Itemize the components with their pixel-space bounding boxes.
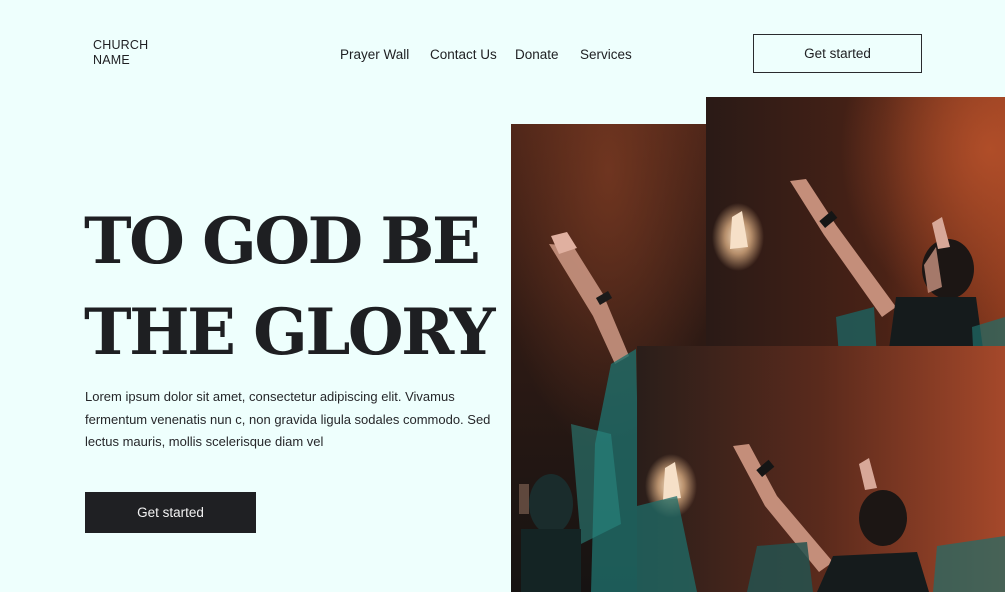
header-get-started-button[interactable]: Get started	[753, 34, 922, 73]
hero-description: Lorem ipsum dolor sit amet, consectetur …	[85, 389, 491, 449]
nav-contact-us[interactable]: Contact Us	[430, 46, 497, 64]
worship-photo-bottom-right	[637, 346, 1005, 592]
church-logo[interactable]: CHURCH NAME	[93, 38, 183, 68]
hero-title: TO GOD BE THE GLORY	[84, 196, 504, 378]
hero-title-line-1: TO GOD BE	[84, 204, 481, 279]
hero-title-line-2: THE GLORY	[84, 295, 495, 370]
hero-get-started-button[interactable]: Get started	[85, 492, 256, 533]
logo-line-1: CHURCH	[93, 38, 149, 52]
logo-line-2: NAME	[93, 53, 130, 67]
nav-donate[interactable]: Donate	[515, 46, 559, 64]
nav-services[interactable]: Services	[580, 46, 632, 64]
nav-prayer-wall[interactable]: Prayer Wall	[340, 46, 409, 64]
